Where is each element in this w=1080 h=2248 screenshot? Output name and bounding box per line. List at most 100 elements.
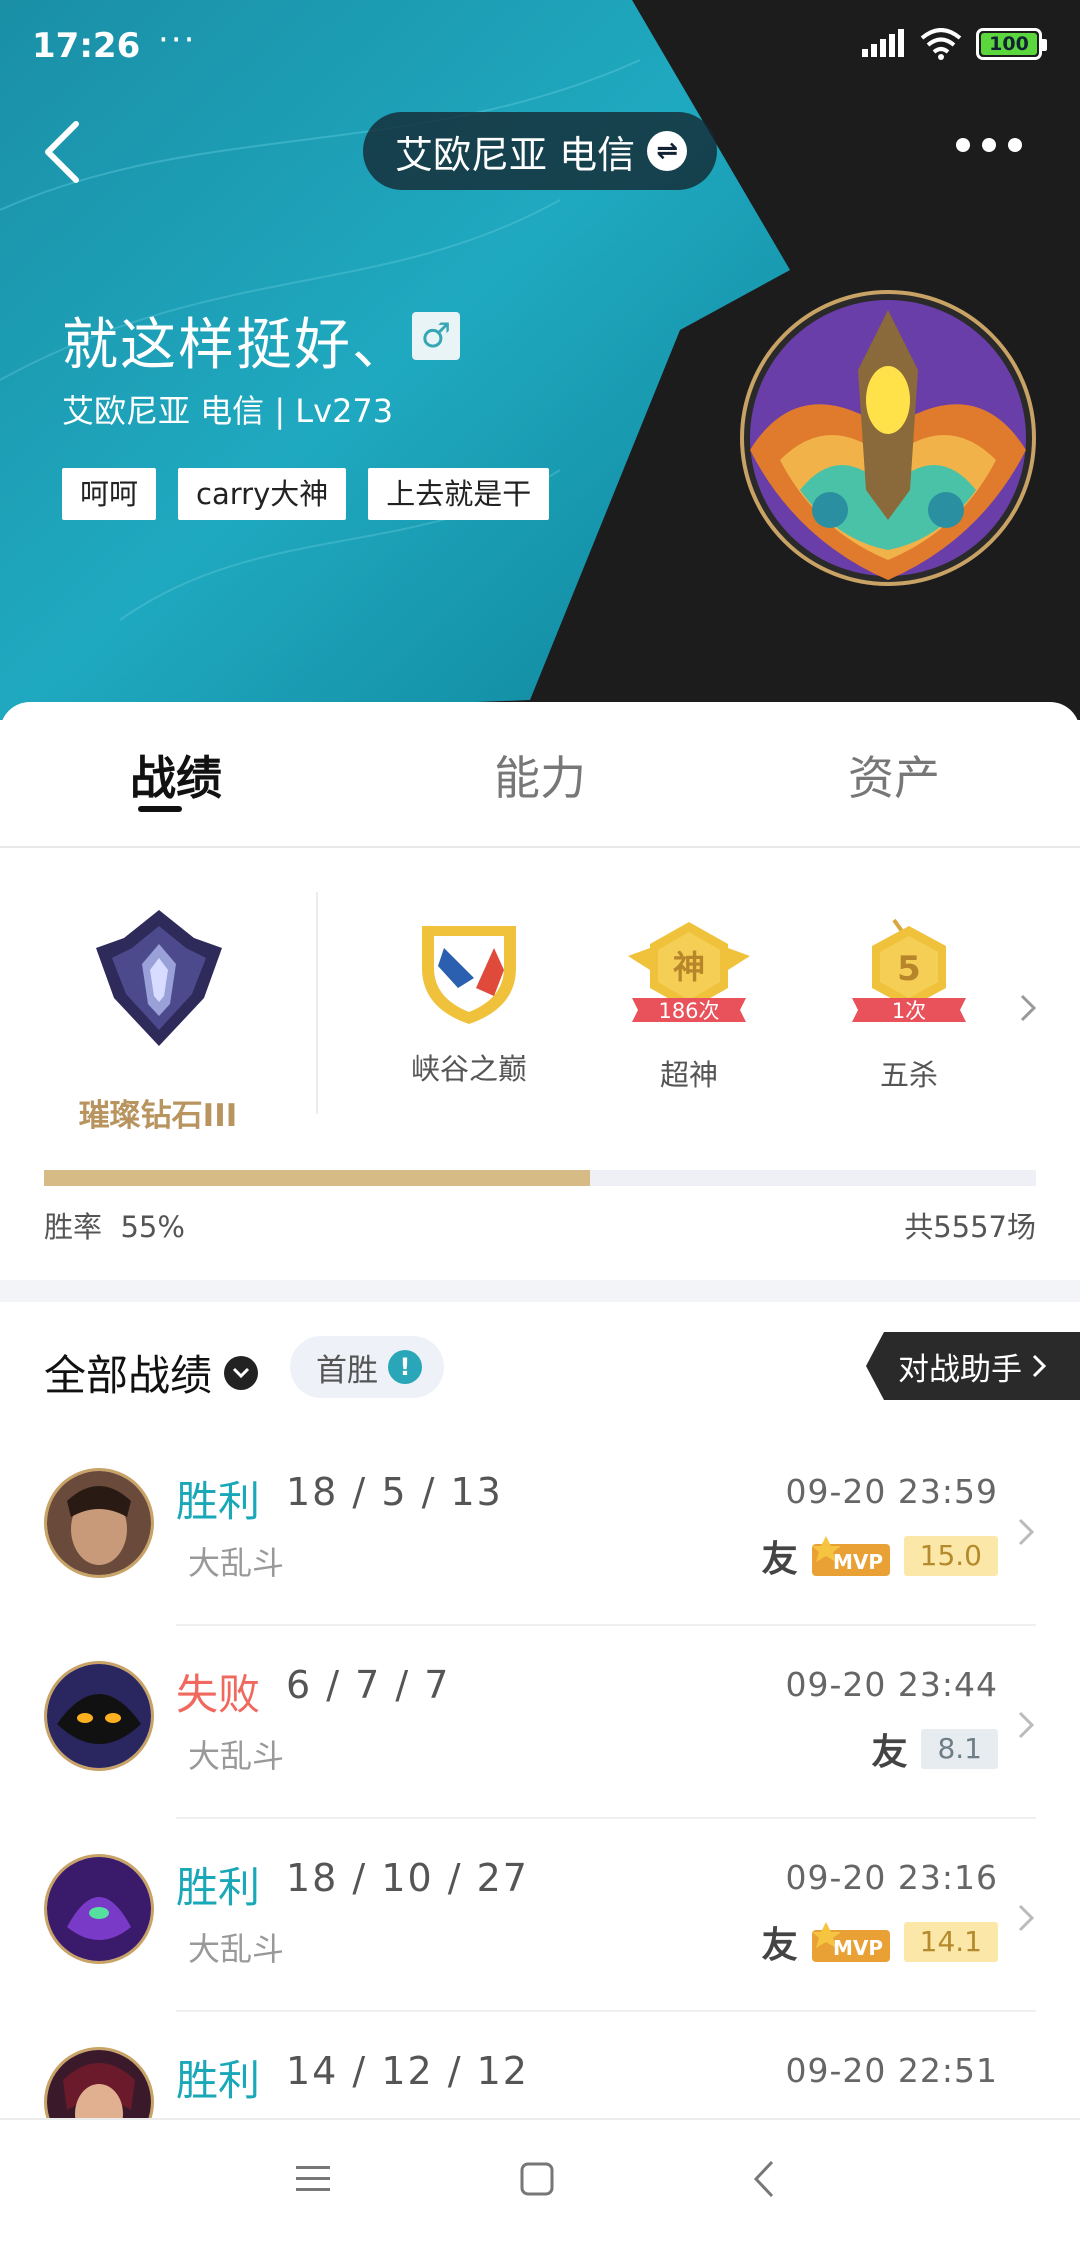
player-server-level: 艾欧尼亚 电信 | Lv273 <box>62 392 394 430</box>
match-filter-dropdown[interactable]: 全部战绩 <box>44 1342 259 1403</box>
match-result: 胜利 <box>176 1863 261 1912</box>
tab-indicator <box>138 806 182 812</box>
notification-dots: ··· <box>158 20 197 60</box>
match-kda: 6 / 7 / 7 <box>286 1663 451 1707</box>
chevron-right-icon <box>1032 1354 1046 1378</box>
status-bar: 17:26 ··· 100 <box>0 0 1080 96</box>
honor-peak[interactable]: 峡谷之巅 <box>394 918 544 1088</box>
status-time: 17:26 <box>32 26 141 66</box>
match-row[interactable]: 失败 6 / 7 / 7 大乱斗 09-20 23:44 友 8.1 <box>0 1625 1080 1819</box>
godlike-icon-text: 神 <box>673 948 705 986</box>
match-kda: 14 / 12 / 12 <box>286 2049 529 2093</box>
filter-label: 全部战绩 <box>44 1351 213 1400</box>
server-name: 艾欧尼亚 电信 <box>395 132 636 177</box>
player-name: 就这样挺好、 <box>62 313 410 378</box>
match-score: 14.1 <box>903 1922 998 1962</box>
battle-assistant-button[interactable]: 对战助手 <box>866 1332 1080 1400</box>
match-badges: 友 MVP 15.0 <box>762 1530 998 1582</box>
match-time: 09-20 23:16 <box>785 1858 998 1897</box>
first-win-button[interactable]: 首胜 ! <box>290 1336 444 1398</box>
svg-text:MVP: MVP <box>833 1936 883 1960</box>
total-games: 共5557场 <box>904 1210 1036 1244</box>
tab-assets[interactable]: 资产 <box>720 702 1080 846</box>
player-avatar[interactable] <box>740 290 1036 586</box>
winrate-fill <box>44 1170 590 1186</box>
mvp-badge-icon: MVP <box>811 1922 890 1962</box>
honor-godlike[interactable]: 神 186次 超神 <box>614 918 764 1094</box>
tag-item: carry大神 <box>178 468 347 520</box>
status-icons: 100 <box>862 28 1047 60</box>
match-kda: 18 / 5 / 13 <box>286 1470 503 1514</box>
profile-header: 17:26 ··· 100 艾欧尼亚 电信 ⇌ 就这样挺好、 ♂ 艾欧尼亚 电信… <box>0 0 1080 720</box>
rank-label: 璀璨钻石III <box>78 1098 238 1134</box>
chevron-down-icon <box>224 1355 259 1390</box>
menu-icon[interactable] <box>296 2164 330 2194</box>
match-result: 失败 <box>176 1670 261 1719</box>
match-time: 09-20 22:51 <box>785 2051 998 2090</box>
tab-ability[interactable]: 能力 <box>360 702 720 846</box>
battery-icon: 100 <box>976 28 1047 60</box>
champion-avatar <box>44 1661 154 1771</box>
swap-icon: ⇌ <box>647 131 688 171</box>
godlike-count: 186次 <box>658 999 719 1023</box>
winrate-value: 55% <box>120 1210 185 1244</box>
info-icon: ! <box>388 1350 422 1384</box>
match-mode: 大乱斗 <box>188 1544 285 1582</box>
wifi-icon <box>920 28 962 60</box>
honor-label: 峡谷之巅 <box>410 1052 527 1086</box>
pentakill-icon-text: 5 <box>897 949 921 989</box>
diamond-rank-icon <box>96 910 222 1046</box>
signal-icon <box>862 29 904 57</box>
chevron-right-icon <box>1018 1518 1035 1546</box>
honor-label: 超神 <box>659 1058 718 1092</box>
match-row[interactable]: 胜利 18 / 5 / 13 大乱斗 09-20 23:59 友 MVP 15.… <box>0 1432 1080 1626</box>
chevron-right-icon[interactable] <box>1018 992 1038 1024</box>
app-screen: 17:26 ··· 100 艾欧尼亚 电信 ⇌ 就这样挺好、 ♂ 艾欧尼亚 电信… <box>0 0 1080 2248</box>
mvp-badge-icon: MVP <box>811 1536 890 1576</box>
champion-avatar <box>44 1468 154 1578</box>
match-score: 15.0 <box>903 1536 998 1576</box>
match-badges: 友 MVP 14.1 <box>762 1916 998 1968</box>
winrate-progress <box>44 1170 1036 1186</box>
friend-badge: 友 <box>871 1732 908 1773</box>
pentakill-badge-icon: 5 1次 <box>852 918 966 1023</box>
battery-level: 100 <box>981 33 1037 55</box>
player-tags: 呵呵 carry大神 上去就是干 <box>62 468 550 520</box>
chevron-right-icon <box>1018 1711 1035 1739</box>
match-result: 胜利 <box>176 2056 261 2105</box>
match-mode: 大乱斗 <box>188 1737 285 1775</box>
pentakill-count: 1次 <box>892 999 926 1023</box>
more-icon[interactable] <box>956 138 1022 152</box>
server-switch-button[interactable]: 艾欧尼亚 电信 ⇌ <box>363 112 717 190</box>
friend-badge: 友 <box>761 1925 798 1966</box>
match-time: 09-20 23:59 <box>785 1472 998 1511</box>
match-score: 8.1 <box>921 1729 998 1769</box>
tag-item: 上去就是干 <box>368 468 550 520</box>
match-row[interactable]: 胜利 18 / 10 / 27 大乱斗 09-20 23:16 友 MVP 14… <box>0 1818 1080 2012</box>
match-result: 胜利 <box>176 1477 261 1526</box>
assistant-label: 对战助手 <box>898 1351 1022 1388</box>
home-icon[interactable] <box>520 2162 554 2196</box>
tab-record[interactable]: 战绩 <box>0 702 360 846</box>
chevron-right-icon <box>1018 1904 1035 1932</box>
godlike-badge-icon: 神 186次 <box>628 922 750 1023</box>
tag-item: 呵呵 <box>62 468 157 520</box>
back-arrow-icon[interactable] <box>40 118 90 186</box>
friend-badge: 友 <box>761 1539 798 1580</box>
honor-pentakill[interactable]: 5 1次 五杀 <box>834 918 984 1094</box>
match-kda: 18 / 10 / 27 <box>286 1856 529 1900</box>
match-badges: 友 8.1 <box>871 1723 998 1775</box>
section-divider <box>0 1280 1080 1302</box>
winrate-label: 胜率 <box>44 1210 103 1244</box>
system-nav-bar <box>0 2118 1080 2248</box>
match-mode: 大乱斗 <box>188 1930 285 1968</box>
male-gender-icon: ♂ <box>412 312 460 360</box>
winrate-text: 胜率 55% <box>44 1204 185 1246</box>
tab-bar: 战绩 能力 资产 <box>0 702 1080 848</box>
rank-block[interactable]: 璀璨钻石III <box>0 888 316 1134</box>
back-icon[interactable] <box>752 2160 776 2198</box>
rank-divider <box>316 892 318 1114</box>
champion-avatar <box>44 1854 154 1964</box>
first-win-label: 首胜 <box>316 1352 378 1389</box>
match-time: 09-20 23:44 <box>785 1665 998 1704</box>
